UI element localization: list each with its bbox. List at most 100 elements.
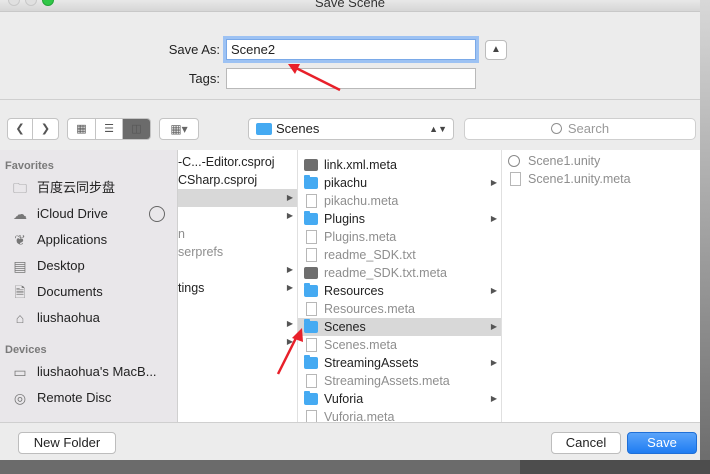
folder-icon [256,123,272,135]
icon-view-button[interactable]: ▦ [68,119,96,139]
item-name: pikachu.meta [324,194,399,208]
item-name: CSharp.csproj [178,173,258,187]
back-button[interactable]: ❮ [8,119,33,139]
sidebar-item-label: Remote Disc [37,390,112,405]
list-item[interactable]: Scenes.meta [298,336,501,354]
sidebar-item-home[interactable]: ⌂ liushaohua [11,307,100,329]
file-icon [306,248,317,262]
list-view-icon: ☰ [104,123,114,135]
folder-icon [304,319,318,333]
chevron-right-icon: ▶ [286,337,293,346]
item-name: Scenes.meta [324,338,397,352]
list-item[interactable]: readme_SDK.txt [298,246,501,264]
sidebar-item-label: Documents [37,284,103,299]
list-item[interactable]: n [178,225,297,243]
save-as-input[interactable]: Scene2 [226,39,476,60]
list-item-selected[interactable]: Scenes ▶ [298,318,501,336]
sidebar-item-documents[interactable]: 🗎 Documents [11,281,103,303]
sidebar-item-label: 百度云同步盘 [37,180,116,195]
forward-button[interactable]: ❯ [33,119,58,139]
chevron-right-icon: ❯ [40,123,51,135]
list-item[interactable]: ▶ [178,261,297,279]
list-item[interactable]: link.xml.meta [298,156,501,174]
item-name: Vuforia.meta [324,410,395,422]
list-item-selected[interactable]: ▶ [178,189,297,207]
laptop-icon: ▭ [13,364,27,380]
icloud-progress-icon [149,206,165,222]
list-item[interactable]: pikachu ▶ [298,174,501,192]
item-name: serprefs [178,245,224,259]
sidebar-item-label: liushaohua's MacB... [37,364,157,379]
list-item[interactable]: Resources ▶ [298,282,501,300]
sidebar-item-baidu[interactable]: 🗀 百度云同步盘 [11,177,115,199]
chevron-right-icon: ▶ [286,265,293,274]
item-name: Scene1.unity [528,154,601,168]
search-field[interactable]: Search [464,118,696,140]
file-icon [304,159,318,171]
icon-view-icon: ▦ [76,123,87,135]
window-title: Save Scene [314,0,386,10]
list-item[interactable]: StreamingAssets ▶ [298,354,501,372]
save-form: Save As: Scene2 ▲ Tags: [0,12,700,100]
list-item[interactable]: -C...-Editor.csproj [178,153,297,171]
chevron-right-icon: ▶ [490,322,497,331]
sidebar-item-label: iCloud Drive [37,206,108,221]
sidebar-item-applications[interactable]: ❦ Applications [11,229,107,251]
partial-item: ········· [324,150,354,155]
chevron-right-icon: ▶ [490,394,497,403]
arrange-button[interactable]: ▦▾ [159,118,199,140]
search-icon [550,123,562,134]
view-mode-control: ▦ ☰ ◫ [67,118,151,140]
cancel-button[interactable]: Cancel [551,432,621,454]
list-item[interactable]: tings ▶ [178,279,297,297]
list-item[interactable]: StreamingAssets.meta [298,372,501,390]
list-view-button[interactable]: ☰ [96,119,123,139]
item-name: Resources.meta [324,302,416,316]
new-folder-button[interactable]: New Folder [18,432,116,454]
list-item[interactable]: Scene1.unity [502,152,700,170]
file-icon [304,267,318,279]
tags-label: Tags: [188,71,220,86]
list-item[interactable]: readme_SDK.txt.meta [298,264,501,282]
chevron-right-icon: ▶ [286,211,293,220]
save-button[interactable]: Save [627,432,697,454]
search-placeholder: Search [567,121,610,136]
list-item[interactable]: serprefs [178,243,297,261]
list-item[interactable]: ▶ [178,315,297,333]
chevron-right-icon: ▶ [490,358,497,367]
list-item[interactable]: Plugins.meta [298,228,501,246]
list-item[interactable]: Scene1.unity.meta [502,170,700,188]
sidebar: Favorites 🗀 百度云同步盘 ☁ iCloud Drive ❦ Applica… [0,150,178,422]
favorites-header: Favorites [5,160,54,172]
documents-icon: 🗎 [14,284,26,300]
sidebar-item-desktop[interactable]: ▤ Desktop [11,255,84,277]
sidebar-item-macbook[interactable]: ▭ liushaohua's MacB... [11,361,157,383]
list-item[interactable]: pikachu.meta [298,192,501,210]
unity-icon [508,155,520,167]
item-name: Plugins.meta [324,230,397,244]
list-item[interactable]: Plugins ▶ [298,210,501,228]
list-item[interactable]: ▶ [178,333,297,351]
column-view-button[interactable]: ◫ [123,119,150,139]
list-item[interactable]: Vuforia.meta [298,408,501,422]
item-name: -C...-Editor.csproj [178,155,275,169]
item-name: readme_SDK.txt [324,248,416,262]
chevron-right-icon: ▶ [490,178,497,187]
sidebar-item-label: liushaohua [37,310,100,325]
sidebar-item-remote-disc[interactable]: ◎ Remote Disc [11,387,112,409]
folder-icon [304,355,318,369]
expand-dialog-button[interactable]: ▲ [485,40,507,60]
sidebar-item-icloud[interactable]: ☁ iCloud Drive [11,203,108,225]
location-popup[interactable]: Scenes ▲▼ [248,118,454,140]
item-name: pikachu [324,176,368,190]
list-item[interactable]: ▶ [178,207,297,225]
list-item[interactable]: Resources.meta [298,300,501,318]
list-item[interactable]: Vuforia ▶ [298,390,501,408]
list-item[interactable]: CSharp.csproj [178,171,297,189]
tags-input[interactable] [226,68,476,89]
background-window-edge [700,0,710,474]
file-icon [510,172,521,186]
file-icon [306,302,317,316]
chevron-left-icon: ❮ [15,123,25,135]
item-name: n [178,227,185,241]
